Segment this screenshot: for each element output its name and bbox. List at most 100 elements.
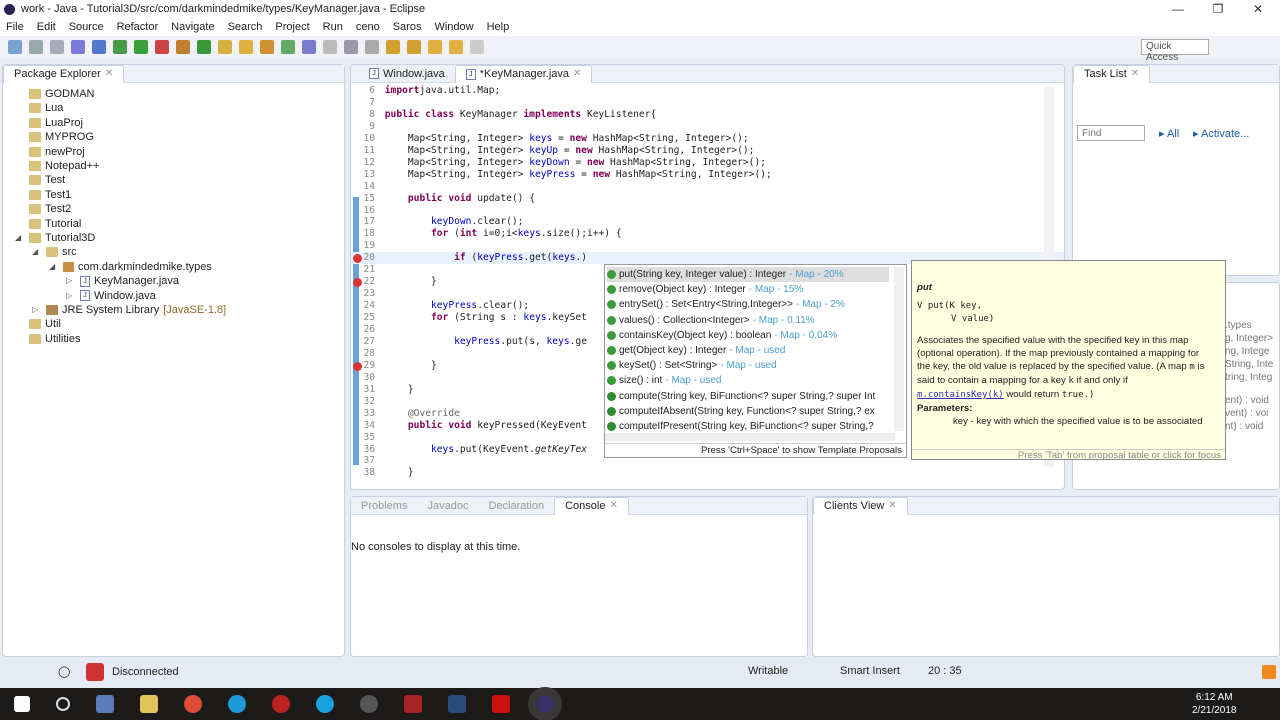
expanded-arrow-icon[interactable]: ◢ [15,231,25,245]
close-icon[interactable]: ✕ [573,65,581,83]
outline-item[interactable]: String, Inte [1225,358,1273,371]
menu-source[interactable]: Source [69,21,104,33]
file-explorer-icon[interactable] [140,695,158,713]
rss-icon[interactable] [1262,665,1276,679]
saros-icon[interactable] [86,663,104,681]
collapsed-arrow-icon[interactable]: ▷ [66,274,76,288]
toolbar-button-icon[interactable] [50,40,64,54]
lightbulb-icon[interactable]: ◯ [58,665,70,678]
toolbar-button-icon[interactable] [428,40,442,54]
toolbar-button-icon[interactable] [386,40,400,54]
search-icon[interactable] [56,697,70,711]
collapsed-arrow-icon[interactable]: ▷ [66,289,76,303]
proposal-item[interactable]: entrySet() : Set<Entry<String,Integer>> … [607,297,889,312]
toolbar-button-icon[interactable] [344,40,358,54]
vertical-scrollbar[interactable] [894,267,904,431]
proposal-item[interactable]: keySet() : Set<String> - Map - used [607,358,889,373]
outline-item[interactable]: ng, Intege [1225,345,1273,358]
toolbar-button-icon[interactable] [365,40,379,54]
app-icon[interactable] [492,695,510,713]
steam-icon[interactable] [448,695,466,713]
tab-keymanagerjava[interactable]: J *KeyManager.java ✕ [454,65,593,83]
proposal-item[interactable]: compute(String key, BiFunction<? super S… [607,389,889,404]
menu-ceno[interactable]: ceno [356,21,380,33]
tree-item[interactable]: LuaProj [15,116,83,130]
close-button[interactable]: ✕ [1238,0,1278,18]
outline-item[interactable]: ent) : void [1225,394,1273,407]
toolbar-button-icon[interactable] [71,40,85,54]
toolbar-button-icon[interactable] [29,40,43,54]
toolbar-button-icon[interactable] [176,40,190,54]
proposal-item[interactable]: containsKey(Object key) : boolean - Map … [607,328,889,343]
skype-icon[interactable] [316,695,334,713]
proposal-item[interactable]: get(Object key) : Integer - Map - used [607,343,889,358]
voicemeeter-icon[interactable] [404,695,422,713]
toolbar-button-icon[interactable] [134,40,148,54]
tree-item[interactable]: GODMAN [15,87,95,101]
menu-search[interactable]: Search [228,21,263,33]
tree-item[interactable]: ▷ J KeyManager.java [66,274,179,288]
toolbar-button-icon[interactable] [470,40,484,54]
app-icon[interactable] [272,695,290,713]
tree-item[interactable]: Test1 [15,188,71,202]
toolbar-button-icon[interactable] [113,40,127,54]
tree-item[interactable]: Lua [15,101,63,115]
menu-navigate[interactable]: Navigate [171,21,214,33]
toolbar-button-icon[interactable] [92,40,106,54]
app-icon[interactable] [228,695,246,713]
tree-item[interactable]: MYPROG [15,130,94,144]
tree-item[interactable]: Util [15,317,61,331]
quick-access-input[interactable]: Quick Access [1141,39,1209,63]
menu-file[interactable]: File [6,21,24,33]
maximize-button[interactable]: ❐ [1198,0,1238,18]
error-icon[interactable] [353,361,362,371]
outline-item[interactable]: vent) : voi [1225,407,1273,420]
contains-key-link[interactable]: m.containsKey(k) [917,390,1004,400]
tab-declaration[interactable]: Declaration [478,497,554,515]
toolbar-button-icon[interactable] [260,40,274,54]
toolbar-button-icon[interactable] [197,40,211,54]
menu-window[interactable]: Window [434,21,473,33]
all-link[interactable]: ▸ All [1159,127,1179,140]
tree-item[interactable]: Tutorial [15,217,81,231]
clock[interactable]: 6:12 AM 2/21/2018 [1192,691,1237,717]
toolbar-button-icon[interactable] [302,40,316,54]
windows-start-icon[interactable] [14,696,30,712]
menu-edit[interactable]: Edit [37,21,56,33]
close-icon[interactable]: ✕ [609,497,617,515]
tree-item[interactable]: ◢ Tutorial3D [15,231,95,245]
close-icon[interactable]: ✕ [1131,65,1139,83]
outline-item[interactable]: .types [1225,319,1273,332]
proposal-item[interactable]: size() : int - Map - used [607,373,889,388]
expanded-arrow-icon[interactable]: ◢ [32,245,42,259]
toolbar-button-icon[interactable] [323,40,337,54]
tab-task-list[interactable]: Task List ✕ [1073,64,1151,83]
obs-icon[interactable] [360,695,378,713]
menu-saros[interactable]: Saros [393,21,422,33]
horizontal-scrollbar[interactable] [605,433,895,441]
close-icon[interactable]: ✕ [105,65,113,83]
tree-item[interactable]: ▷ J Window.java [66,289,156,303]
tab-windowjava[interactable]: J Window.java [359,65,455,83]
proposal-item[interactable]: values() : Collection<Integer> - Map - 0… [607,313,889,328]
toolbar-button-icon[interactable] [407,40,421,54]
collapsed-arrow-icon[interactable]: ▷ [32,303,42,317]
toolbar-button-icon[interactable] [155,40,169,54]
menu-run[interactable]: Run [323,21,343,33]
proposal-item[interactable]: remove(Object key) : Integer - Map - 15% [607,282,889,297]
tree-item[interactable]: Notepad++ [15,159,99,173]
toolbar-button-icon[interactable] [8,40,22,54]
tree-item[interactable]: newProj [15,145,85,159]
menu-project[interactable]: Project [275,21,309,33]
menu-refactor[interactable]: Refactor [117,21,159,33]
chrome-icon[interactable] [184,695,202,713]
outline-item[interactable]: g, Integer> [1225,332,1273,345]
tab-javadoc[interactable]: Javadoc [417,497,478,515]
tree-item[interactable]: ◢ com.darkmindedmike.types [49,260,212,274]
activate-link[interactable]: ▸ Activate... [1193,127,1249,140]
proposal-item[interactable]: computeIfPresent(String key, BiFunction<… [607,419,889,434]
toolbar-button-icon[interactable] [218,40,232,54]
tree-item[interactable]: Test [15,173,65,187]
menu-help[interactable]: Help [487,21,510,33]
expanded-arrow-icon[interactable]: ◢ [49,260,59,274]
